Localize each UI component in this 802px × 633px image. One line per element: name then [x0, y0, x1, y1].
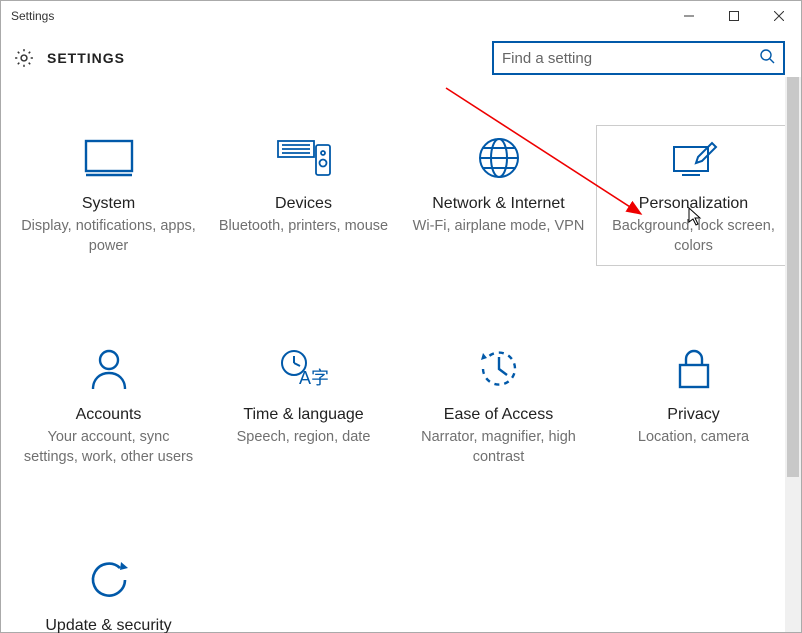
tile-title: System	[19, 195, 198, 213]
settings-window: Settings SETTINGS	[0, 0, 802, 633]
tile-accounts[interactable]: Accounts Your account, sync settings, wo…	[11, 336, 206, 477]
tile-desc: Bluetooth, printers, mouse	[214, 217, 393, 237]
network-icon	[409, 135, 588, 181]
svg-text:A字: A字	[299, 368, 329, 388]
scrollbar-thumb[interactable]	[787, 77, 799, 477]
content-area: System Display, notifications, apps, pow…	[1, 85, 801, 633]
tile-title: Time & language	[214, 406, 393, 424]
tile-title: Ease of Access	[409, 406, 588, 424]
tile-personalization[interactable]: Personalization Background, lock screen,…	[596, 125, 791, 266]
tile-title: Personalization	[604, 195, 783, 213]
tile-desc: Narrator, magnifier, high contrast	[409, 428, 588, 467]
tile-desc: Location, camera	[604, 428, 783, 448]
settings-gear-icon	[13, 47, 35, 69]
tile-title: Update & security	[19, 617, 198, 633]
tile-desc: Your account, sync settings, work, other…	[19, 428, 198, 467]
accounts-icon	[19, 346, 198, 392]
minimize-button[interactable]	[666, 1, 711, 31]
titlebar: Settings	[1, 1, 801, 31]
tile-desc: Display, notifications, apps, power	[19, 217, 198, 256]
tile-network[interactable]: Network & Internet Wi-Fi, airplane mode,…	[401, 125, 596, 266]
search-icon	[759, 48, 775, 69]
tile-devices[interactable]: Devices Bluetooth, printers, mouse	[206, 125, 401, 266]
update-security-icon	[19, 557, 198, 603]
window-title: Settings	[11, 9, 666, 23]
scrollbar[interactable]	[785, 77, 801, 632]
time-language-icon: A字	[214, 346, 393, 392]
search-box[interactable]	[492, 41, 785, 75]
tile-ease-of-access[interactable]: Ease of Access Narrator, magnifier, high…	[401, 336, 596, 477]
tile-time-language[interactable]: A字 Time & language Speech, region, date	[206, 336, 401, 477]
settings-grid: System Display, notifications, apps, pow…	[1, 125, 801, 633]
ease-of-access-icon	[409, 346, 588, 392]
privacy-icon	[604, 346, 783, 392]
tile-desc: Wi-Fi, airplane mode, VPN	[409, 217, 588, 237]
system-icon	[19, 135, 198, 181]
tile-title: Devices	[214, 195, 393, 213]
search-input[interactable]	[502, 50, 759, 67]
devices-icon	[214, 135, 393, 181]
header: SETTINGS	[1, 31, 801, 85]
tile-desc: Speech, region, date	[214, 428, 393, 448]
page-title: SETTINGS	[47, 50, 125, 66]
tile-privacy[interactable]: Privacy Location, camera	[596, 336, 791, 477]
tile-title: Network & Internet	[409, 195, 588, 213]
close-button[interactable]	[756, 1, 801, 31]
maximize-button[interactable]	[711, 1, 756, 31]
tile-system[interactable]: System Display, notifications, apps, pow…	[11, 125, 206, 266]
tile-title: Privacy	[604, 406, 783, 424]
tile-title: Accounts	[19, 406, 198, 424]
personalization-icon	[604, 135, 783, 181]
tile-desc: Background, lock screen, colors	[604, 217, 783, 256]
tile-update-security[interactable]: Update & security	[11, 547, 206, 633]
